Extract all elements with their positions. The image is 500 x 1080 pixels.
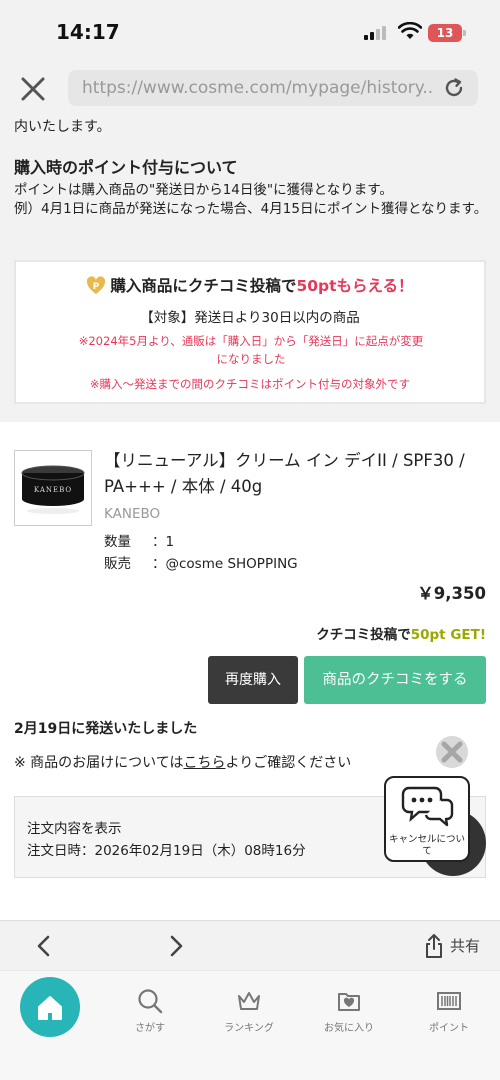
seller-label: 販売 xyxy=(104,556,131,572)
delivery-info-link[interactable]: こちら xyxy=(183,755,225,771)
point-desc-line: ポイントは購入商品の"発送日から14日後"に獲得となります。 xyxy=(14,182,393,198)
nav-search[interactable]: さがす xyxy=(115,987,185,1034)
search-icon xyxy=(138,989,163,1014)
status-time: 14:17 xyxy=(56,20,120,44)
review-promo-text: クチコミ投稿で xyxy=(316,627,411,643)
cream-jar-image: KANEBO xyxy=(21,465,85,514)
nav-search-label: さがす xyxy=(135,1023,165,1034)
review-campaign-title: P 購入商品にクチコミ投稿で50ptもらえる！ xyxy=(16,274,484,296)
shipping-status: 2月19日に発送いたしました xyxy=(14,721,198,737)
favorite-icon xyxy=(338,993,360,1011)
nav-ranking-label: ランキング xyxy=(224,1023,274,1034)
seller-row: 販売 ：@cosme SHOPPING xyxy=(104,552,298,572)
quantity-label: 数量 xyxy=(104,534,131,550)
nav-points[interactable]: ポイント xyxy=(414,987,484,1034)
show-order-details-link[interactable]: 注文内容を表示 xyxy=(27,817,122,837)
point-heading: 購入時のポイント付与について xyxy=(14,158,238,177)
review-campaign-box: P 購入商品にクチコミ投稿で50ptもらえる！ 【対象】発送日より30日以内の商… xyxy=(14,260,486,404)
page-content: 内いたします。 購入時のポイント付与について ポイントは購入商品の"発送日から1… xyxy=(0,114,500,920)
delivery-note: ※ 商品のお届けについてはこちらよりご確認ください xyxy=(14,752,351,772)
cancel-info-label: キャンセルについて xyxy=(388,834,465,857)
point-heart-icon: P xyxy=(87,276,106,294)
forward-arrow-icon[interactable] xyxy=(166,934,186,958)
signal-icon xyxy=(364,26,390,40)
back-arrow-icon[interactable] xyxy=(34,934,54,958)
url-bar[interactable]: https://www.cosme.com/mypage/history.... xyxy=(68,70,478,106)
browser-nav-toolbar: 共有 xyxy=(0,920,500,970)
review-promo-points: 50pt GET! xyxy=(410,627,486,643)
share-icon xyxy=(426,934,442,958)
delivery-note-suffix: よりご確認ください xyxy=(225,755,352,771)
url-text[interactable]: https://www.cosme.com/mypage/history.... xyxy=(82,78,432,98)
battery-tip xyxy=(463,30,466,36)
product-name[interactable]: 【リニューアル】クリーム イン デイII / SPF30 / PA+++ / 本… xyxy=(104,448,488,500)
status-bar: 14:17 13 xyxy=(0,0,500,62)
svg-text:P: P xyxy=(93,282,100,292)
order-date: 注文日時：2026年02月19日（木）08時16分 xyxy=(27,843,306,859)
chat-bubble-icon xyxy=(401,786,454,827)
rebuy-button[interactable]: 再度購入 xyxy=(208,656,298,704)
review-campaign-target: 【対象】発送日より30日以内の商品 xyxy=(140,310,360,326)
crown-icon xyxy=(238,992,260,1010)
close-widget-icon[interactable] xyxy=(436,736,468,768)
nav-ranking[interactable]: ランキング xyxy=(214,987,284,1034)
review-campaign-title-text: 購入商品にクチコミ投稿で xyxy=(110,277,297,295)
price: ￥9,350 xyxy=(417,584,486,603)
thumb-brand-text: KANEBO xyxy=(34,486,72,494)
home-icon xyxy=(38,996,62,1020)
browser-bar: https://www.cosme.com/mypage/history.... xyxy=(0,62,500,114)
seller-value: ：@cosme SHOPPING xyxy=(152,556,298,572)
cancel-info-button[interactable]: キャンセルについて xyxy=(384,776,470,862)
quantity-row: 数量 ：1 xyxy=(104,530,174,550)
delivery-note-prefix: ※ 商品のお届けについては xyxy=(14,755,184,771)
cut-off-text: 内いたします。 xyxy=(14,119,111,135)
nav-points-label: ポイント xyxy=(429,1023,469,1034)
battery-icon: 13 xyxy=(428,24,462,42)
wifi-icon xyxy=(398,22,422,39)
review-promo: クチコミ投稿で50pt GET! xyxy=(316,623,486,643)
close-icon[interactable] xyxy=(18,74,48,104)
write-review-button[interactable]: 商品のクチコミをする xyxy=(304,656,486,704)
nav-favorites[interactable]: お気に入り xyxy=(314,987,384,1034)
point-example-line: 例）4月1日に商品が発送になった場合、4月15日にポイント獲得となります。 xyxy=(14,201,488,217)
share-label: 共有 xyxy=(450,937,481,955)
brand-name: KANEBO xyxy=(104,506,161,522)
review-campaign-note: ※2024年5月より、通販は「購入日」から「発送日」に起点が変更になりました xyxy=(78,334,424,366)
quantity-value: ：1 xyxy=(152,534,175,550)
home-button[interactable] xyxy=(20,977,80,1037)
app-bottom-nav: さがす ランキング お気に入り ポイント xyxy=(0,970,500,1080)
review-campaign-note: ※購入～発送までの間のクチコミはポイント付与の対象外です xyxy=(89,377,411,391)
nav-favorites-label: お気に入り xyxy=(324,1023,374,1034)
barcode-icon xyxy=(437,992,461,1010)
reload-icon[interactable] xyxy=(442,76,466,100)
product-thumbnail[interactable]: KANEBO xyxy=(14,450,92,526)
review-campaign-points: 50ptもらえる！ xyxy=(296,277,414,295)
point-description: ポイントは購入商品の"発送日から14日後"に獲得となります。 例）4月1日に商品… xyxy=(14,181,490,219)
